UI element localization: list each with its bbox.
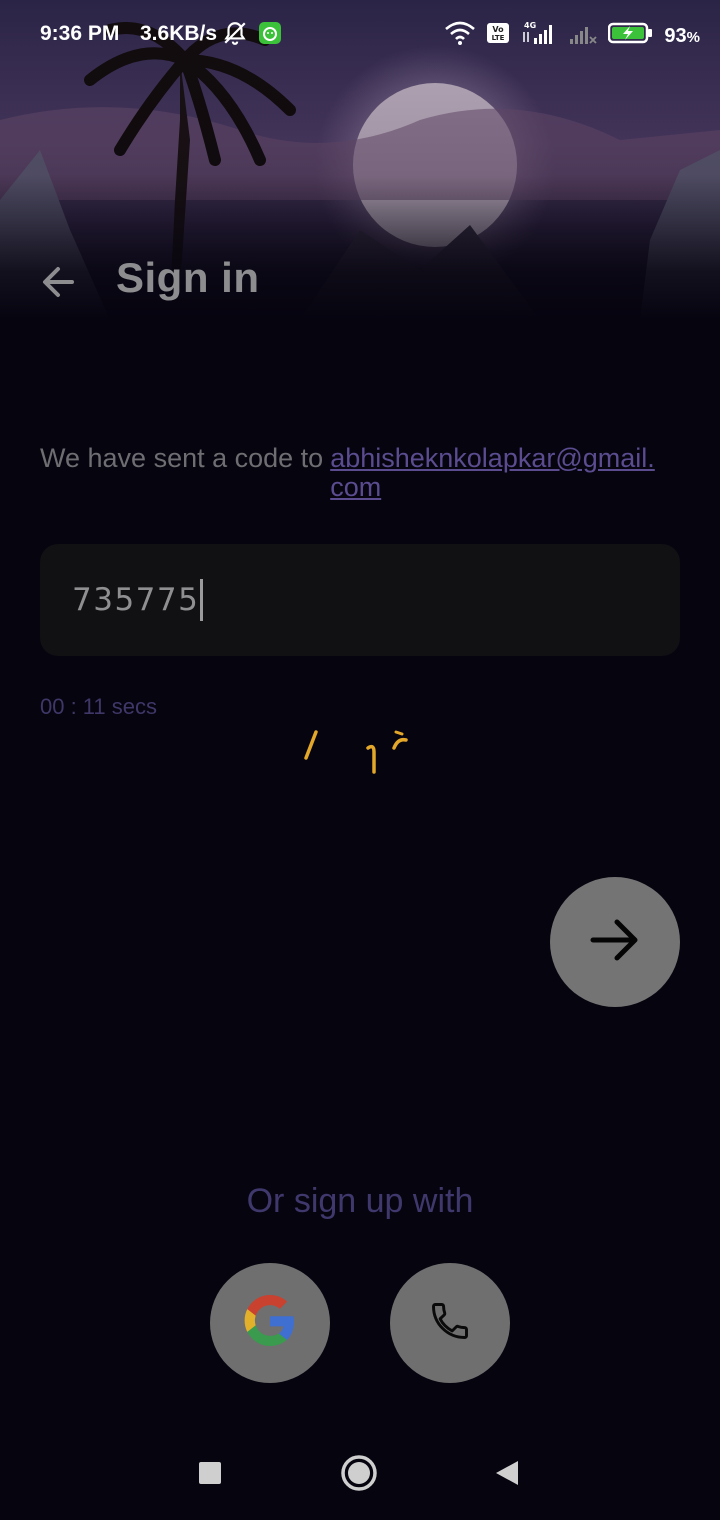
recents-icon xyxy=(197,1460,223,1491)
svg-text:4G: 4G xyxy=(524,21,536,30)
system-nav-bar xyxy=(0,1430,720,1520)
signal-icon xyxy=(568,21,598,51)
phone-signup-button[interactable] xyxy=(390,1263,510,1383)
wifi-icon xyxy=(444,21,476,51)
nav-recents-button[interactable] xyxy=(185,1450,235,1500)
resend-timer: 00 : 11 secs xyxy=(40,694,157,719)
arrow-left-icon xyxy=(38,262,78,307)
svg-text:LTE: LTE xyxy=(492,34,505,42)
back-icon xyxy=(492,1458,522,1493)
google-signup-button[interactable] xyxy=(210,1263,330,1383)
arrow-right-icon xyxy=(587,912,643,973)
battery-unit: % xyxy=(686,28,700,46)
status-network-speed: 3.6KB/s xyxy=(140,22,218,45)
verification-code-field[interactable]: 735775 xyxy=(40,544,680,656)
signal-4g-icon: 4G xyxy=(520,20,558,52)
app-notification-icon xyxy=(258,21,282,51)
home-icon xyxy=(339,1453,379,1498)
status-bar: 9:36 PM 3.6KB/s Vo LTE 4G 93% xyxy=(0,0,720,70)
battery-charging-icon xyxy=(608,21,654,51)
loading-spinner-icon xyxy=(296,724,416,780)
status-time: 9:36 PM xyxy=(40,22,120,45)
page-title: Sign in xyxy=(116,254,260,301)
text-cursor xyxy=(200,579,204,621)
svg-text:Vo: Vo xyxy=(493,25,505,34)
mute-icon xyxy=(222,20,248,52)
back-button[interactable] xyxy=(34,260,82,308)
email-link[interactable]: abhisheknkolapkar@gmail.com xyxy=(330,444,664,502)
or-sign-up-label: Or sign up with xyxy=(246,1182,474,1220)
code-sent-message: We have sent a code to abhisheknkolapkar… xyxy=(40,444,680,502)
phone-icon xyxy=(428,1299,472,1348)
next-button[interactable] xyxy=(550,877,680,1007)
code-sent-prefix: We have sent a code to xyxy=(40,443,324,473)
verification-code-value[interactable]: 735775 xyxy=(72,582,199,618)
battery-percent: 93 xyxy=(664,24,687,47)
nav-back-button[interactable] xyxy=(482,1450,532,1500)
nav-home-button[interactable] xyxy=(334,1450,384,1500)
google-icon xyxy=(238,1289,302,1358)
volte-icon: Vo LTE xyxy=(486,21,510,51)
